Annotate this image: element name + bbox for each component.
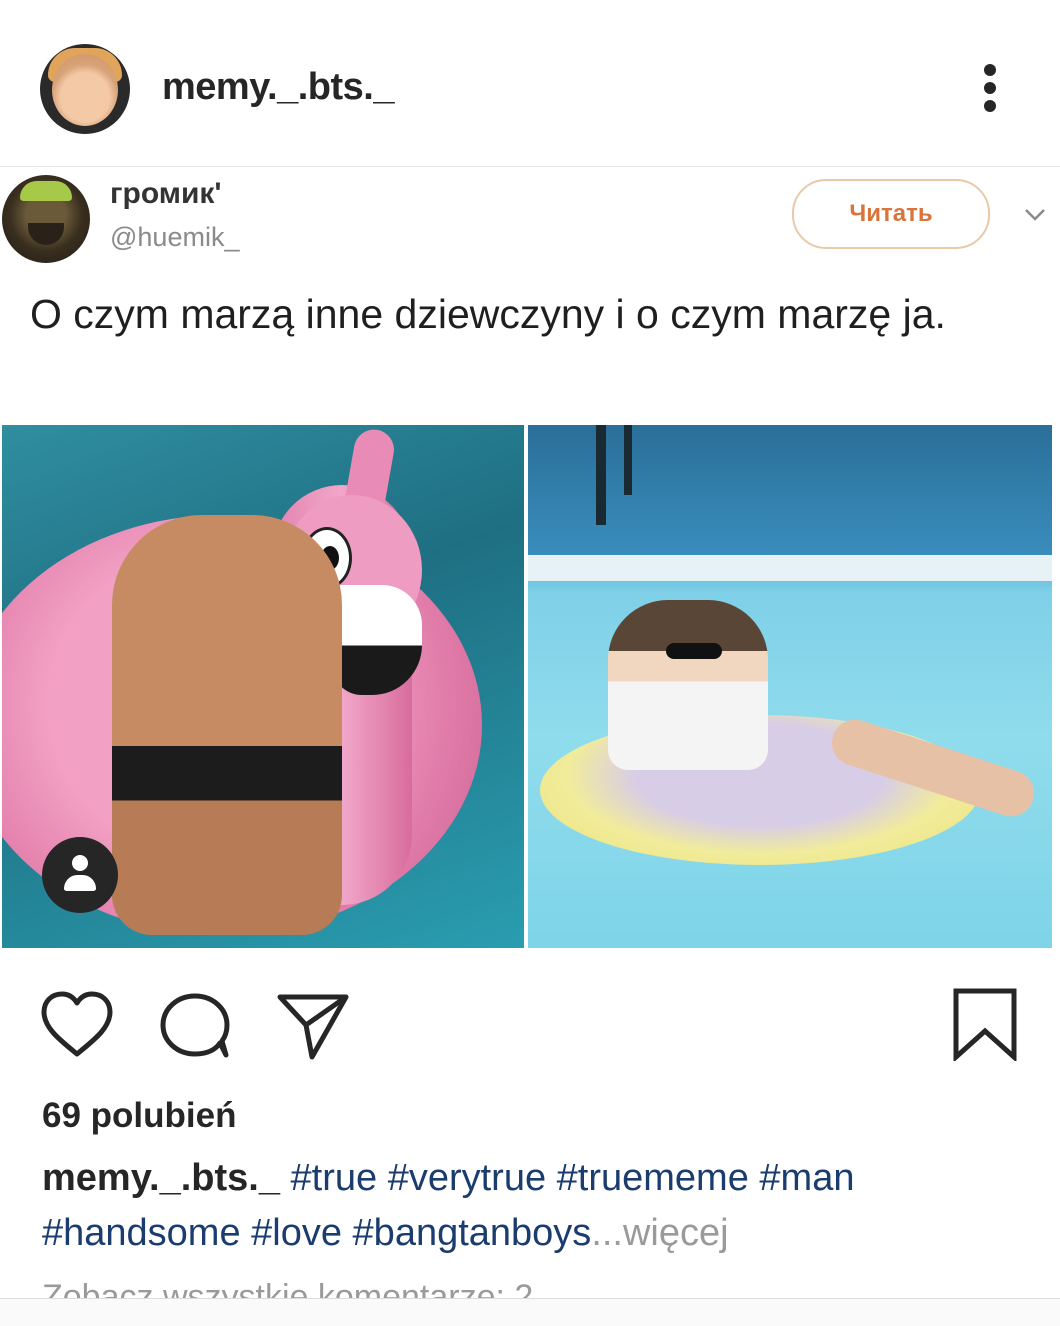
- tweet-text: O czym marzą inne dziewczyny i o czym ma…: [30, 291, 946, 337]
- photo-flamingo-float: [2, 425, 524, 948]
- shared-tweet-image: громик' @huemik_ Читать O czym marzą inn…: [0, 167, 1060, 953]
- tweet-handle: @huemik_: [110, 222, 240, 252]
- bottom-divider: [0, 1298, 1060, 1326]
- photo-donut-float: [528, 425, 1052, 948]
- caption-username[interactable]: memy._.bts._: [42, 1157, 280, 1199]
- tweet-avatar: [2, 175, 90, 263]
- chevron-down-icon: [1025, 209, 1045, 221]
- share-icon[interactable]: [276, 991, 350, 1061]
- comment-icon[interactable]: [158, 991, 232, 1061]
- account-avatar[interactable]: [40, 44, 130, 134]
- avatar-face: [52, 54, 118, 126]
- post-caption: memy._.bts._ #true #verytrue #truememe #…: [42, 1151, 982, 1261]
- account-username[interactable]: memy._.bts._: [162, 66, 394, 109]
- tweet-photos: [2, 425, 1052, 948]
- caption-more-link[interactable]: ...więcej: [591, 1212, 728, 1254]
- post-actions: [0, 985, 1060, 1065]
- heart-icon[interactable]: [40, 990, 114, 1058]
- caption-hashtags-line2[interactable]: #handsome #love #bangtanboys: [42, 1212, 591, 1254]
- tagged-users-icon[interactable]: [42, 837, 118, 913]
- post-header: memy._.bts._: [0, 0, 1060, 167]
- bookmark-icon[interactable]: [952, 987, 1018, 1061]
- tweet-display-name: громик': [110, 177, 222, 210]
- caption-hashtags-line1[interactable]: #true #verytrue #truememe #man: [280, 1157, 855, 1199]
- tweet-follow-button: Читать: [792, 179, 990, 249]
- more-vertical-icon[interactable]: [976, 64, 1004, 124]
- view-all-comments-link[interactable]: Zobacz wszystkie komentarze: 2: [42, 1278, 533, 1300]
- likes-count[interactable]: 69 polubień: [42, 1096, 236, 1136]
